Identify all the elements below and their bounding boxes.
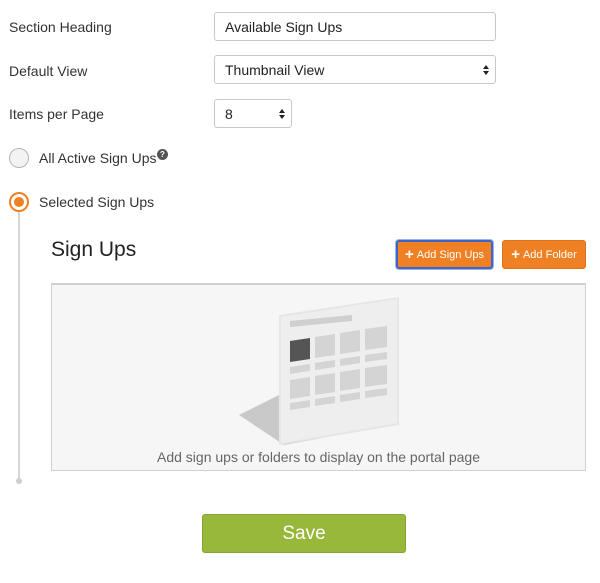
selected-signups-radio[interactable] (9, 192, 29, 212)
select-arrows-icon (483, 64, 489, 75)
add-signups-label: Add Sign Ups (416, 248, 485, 261)
connector-end-dot (16, 478, 22, 484)
calendar-illustration-icon (239, 297, 399, 445)
items-per-page-label: Items per Page (9, 106, 104, 122)
plus-icon: + (404, 246, 414, 263)
default-view-label: Default View (9, 63, 88, 79)
save-button[interactable]: Save (202, 514, 406, 553)
empty-state-box: Add sign ups or folders to display on th… (51, 283, 586, 471)
items-per-page-value: 8 (225, 105, 233, 122)
section-heading-label: Section Heading (9, 19, 112, 35)
connector-line (18, 212, 20, 480)
items-per-page-select[interactable]: 8 (214, 99, 292, 128)
add-signups-button[interactable]: + Add Sign Ups (396, 240, 493, 269)
all-active-label: All Active Sign Ups (39, 150, 157, 166)
default-view-value: Thumbnail View (225, 61, 325, 78)
panel-title: Sign Ups (51, 238, 137, 261)
plus-icon: + (511, 246, 520, 263)
selected-signups-label: Selected Sign Ups (39, 194, 155, 210)
empty-state-message: Add sign ups or folders to display on th… (157, 449, 480, 465)
all-active-radio[interactable] (9, 148, 29, 168)
default-view-select[interactable]: Thumbnail View (214, 55, 496, 84)
add-folder-button[interactable]: + Add Folder (502, 240, 586, 269)
section-heading-value: Available Sign Ups (225, 18, 343, 35)
add-folder-label: Add Folder (522, 248, 577, 261)
select-arrows-icon (279, 108, 285, 119)
question-circle-icon[interactable]: ? (157, 149, 168, 160)
section-heading-input[interactable]: Available Sign Ups (214, 12, 496, 41)
